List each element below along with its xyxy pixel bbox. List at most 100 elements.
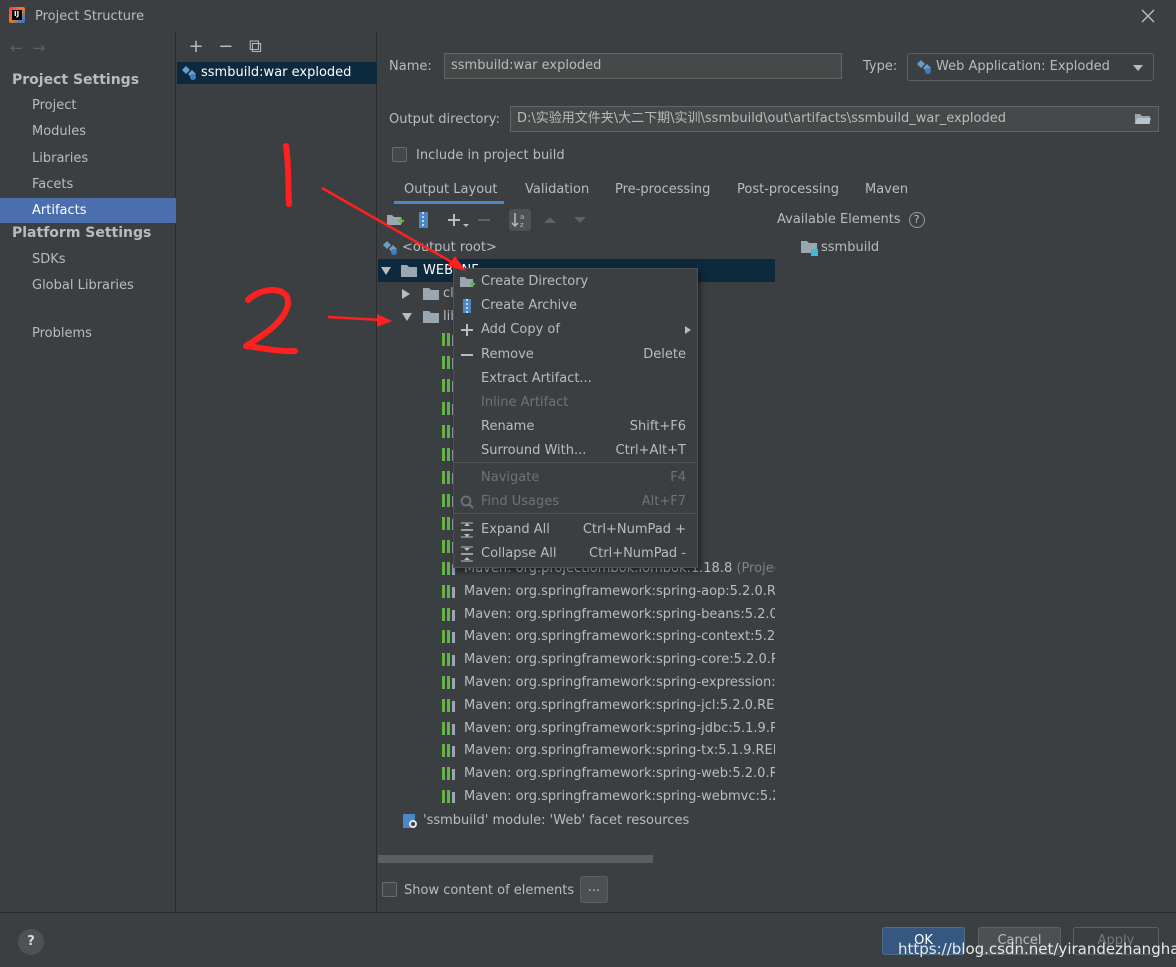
forward-arrow-icon[interactable]: → — [33, 39, 56, 57]
menu-item-label: Find Usages — [481, 494, 560, 509]
tree-row-maven-library[interactable]: Maven: org.springframework:spring-contex… — [378, 625, 775, 648]
menu-item-label: Rename — [481, 419, 535, 434]
tree-row-maven-library[interactable]: Maven: org.springframework:spring-expres… — [378, 671, 775, 694]
expanded-arrow-icon[interactable] — [402, 313, 412, 321]
sidebar-item-sdks[interactable]: SDKs — [0, 247, 176, 272]
expand-all-icon — [461, 522, 473, 538]
menu-item-extract-artifact[interactable]: Extract Artifact... — [454, 367, 697, 391]
tree-row-label: Maven: org.springframework:spring-core:5… — [464, 652, 775, 667]
tab-output-layout[interactable]: Output Layout — [394, 176, 504, 204]
move-down-icon[interactable] — [569, 209, 591, 231]
sidebar-item-facets[interactable]: Facets — [0, 172, 176, 197]
tree-row-maven-library[interactable]: Maven: org.springframework:spring-tx:5.1… — [378, 739, 775, 762]
tree-row-label: Maven: org.springframework:spring-aop:5.… — [464, 584, 775, 599]
output-directory-field[interactable]: D:\实验用文件夹\大二下期\实训\ssmbuild\out\artifacts… — [510, 106, 1159, 132]
menu-item-collapse-all[interactable]: Collapse All Ctrl+NumPad - — [454, 542, 697, 566]
menu-item-create-directory[interactable]: Create Directory — [454, 270, 697, 294]
new-folder-icon[interactable] — [384, 209, 406, 231]
add-artifact-button[interactable]: + — [184, 36, 208, 57]
folder-icon — [423, 288, 439, 300]
library-icon — [442, 790, 455, 803]
library-icon — [442, 630, 455, 643]
help-icon[interactable]: ? — [908, 212, 925, 228]
menu-item-label: Extract Artifact... — [481, 371, 592, 386]
name-field[interactable]: ssmbuild:war exploded — [444, 53, 842, 79]
available-element-ssmbuild[interactable]: ssmbuild — [801, 236, 1001, 259]
menu-item-expand-all[interactable]: Expand All Ctrl+NumPad + — [454, 518, 697, 542]
tree-row-label: Maven: org.springframework:spring-beans:… — [464, 607, 775, 622]
available-elements-label: Available Elements — [777, 212, 901, 227]
tree-row-maven-library[interactable]: Maven: org.springframework:spring-jdbc:5… — [378, 717, 775, 740]
tree-row-label: Maven: org.springframework:spring-expres… — [464, 675, 775, 690]
tree-row-maven-library[interactable]: Maven: org.springframework:spring-aop:5.… — [378, 580, 775, 603]
tab-post-processing[interactable]: Post-processing — [737, 176, 839, 204]
menu-separator — [454, 513, 697, 514]
sidebar-item-libraries[interactable]: Libraries — [0, 146, 176, 171]
tab-maven[interactable]: Maven — [865, 176, 908, 204]
tree-row-label: Maven: org.springframework:spring-web:5.… — [464, 766, 775, 781]
sidebar-item-modules[interactable]: Modules — [0, 119, 176, 144]
tree-row-facet-resources[interactable]: 'ssmbuild' module: 'Web' facet resources — [378, 809, 775, 832]
remove-element-icon[interactable] — [473, 209, 495, 231]
remove-artifact-button[interactable]: − — [214, 36, 238, 57]
type-select-value: Web Application: Exploded — [936, 59, 1110, 74]
menu-item-create-archive[interactable]: Create Archive — [454, 294, 697, 318]
type-label: Type: — [863, 59, 898, 74]
output-layout-toolbar: az — [380, 207, 776, 233]
more-options-button[interactable]: ... — [580, 876, 608, 903]
browse-folder-icon[interactable] — [1134, 112, 1152, 126]
include-in-build-label: Include in project build — [416, 148, 565, 163]
tree-row-maven-library[interactable]: Maven: org.springframework:spring-jcl:5.… — [378, 694, 775, 717]
tab-pre-processing[interactable]: Pre-processing — [615, 176, 710, 204]
copy-artifact-button[interactable]: ⧉ — [243, 36, 267, 57]
close-icon[interactable] — [1139, 7, 1157, 25]
tree-row-output-root[interactable]: <output root> — [378, 236, 775, 259]
sidebar-item-artifacts[interactable]: Artifacts — [0, 198, 176, 223]
sidebar-item-problems[interactable]: Problems — [0, 321, 176, 346]
tree-row-maven-library[interactable]: Maven: org.springframework:spring-web:5.… — [378, 762, 775, 785]
menu-item-label: Create Archive — [481, 298, 577, 313]
artifact-tabs: Output Layout Validation Pre-processing … — [378, 176, 1176, 204]
archive-icon[interactable] — [413, 209, 435, 231]
menu-separator — [454, 462, 697, 463]
artifacts-list-panel: + − ⧉ ssmbuild:war exploded — [177, 32, 377, 912]
library-icon — [442, 744, 455, 757]
svg-text:z: z — [520, 221, 524, 229]
tree-row-label: Maven: org.springframework:spring-jdbc:5… — [464, 721, 775, 736]
intellij-logo-icon: IJ — [9, 7, 25, 23]
artifact-item[interactable]: ssmbuild:war exploded — [177, 62, 377, 84]
folder-icon — [423, 311, 439, 323]
move-up-icon[interactable] — [539, 209, 561, 231]
tree-row-label: Maven: org.springframework:spring-contex… — [464, 629, 775, 644]
menu-item-surround-with[interactable]: Surround With... Ctrl+Alt+T — [454, 439, 697, 463]
menu-item-label: Create Directory — [481, 274, 589, 289]
chevron-down-icon — [1133, 65, 1143, 71]
menu-item-add-copy-of[interactable]: Add Copy of — [454, 318, 697, 342]
add-element-icon[interactable] — [443, 209, 471, 231]
platform-settings-header: Platform Settings — [12, 225, 152, 241]
sidebar-item-project[interactable]: Project — [0, 93, 176, 118]
horizontal-scrollbar[interactable] — [378, 855, 653, 863]
plus-icon — [461, 324, 473, 336]
tree-row-label: <output root> — [402, 240, 497, 255]
collapsed-arrow-icon[interactable] — [402, 289, 410, 299]
tree-row-maven-library[interactable]: Maven: org.springframework:spring-core:5… — [378, 648, 775, 671]
back-arrow-icon[interactable]: ← — [10, 39, 33, 57]
sidebar-item-global-libraries[interactable]: Global Libraries — [0, 273, 176, 298]
include-in-build-checkbox[interactable] — [392, 147, 407, 162]
menu-item-shortcut: Ctrl+NumPad - — [589, 546, 686, 561]
menu-item-rename[interactable]: Rename Shift+F6 — [454, 415, 697, 439]
sort-icon[interactable]: az — [509, 209, 531, 231]
show-content-checkbox[interactable] — [382, 882, 397, 897]
tree-row-maven-library[interactable]: Maven: org.springframework:spring-webmvc… — [378, 785, 775, 808]
title-bar: IJ Project Structure — [0, 0, 1176, 32]
menu-item-label: Surround With... — [481, 443, 587, 458]
menu-item-remove[interactable]: Remove Delete — [454, 343, 697, 367]
help-button[interactable]: ? — [18, 929, 44, 955]
type-select[interactable]: Web Application: Exploded — [907, 53, 1154, 81]
tab-validation[interactable]: Validation — [525, 176, 589, 204]
tree-row-maven-library[interactable]: Maven: org.springframework:spring-beans:… — [378, 603, 775, 626]
output-directory-label: Output directory: — [389, 112, 500, 127]
expanded-arrow-icon[interactable] — [381, 267, 391, 275]
menu-item-label: Expand All — [481, 522, 550, 537]
